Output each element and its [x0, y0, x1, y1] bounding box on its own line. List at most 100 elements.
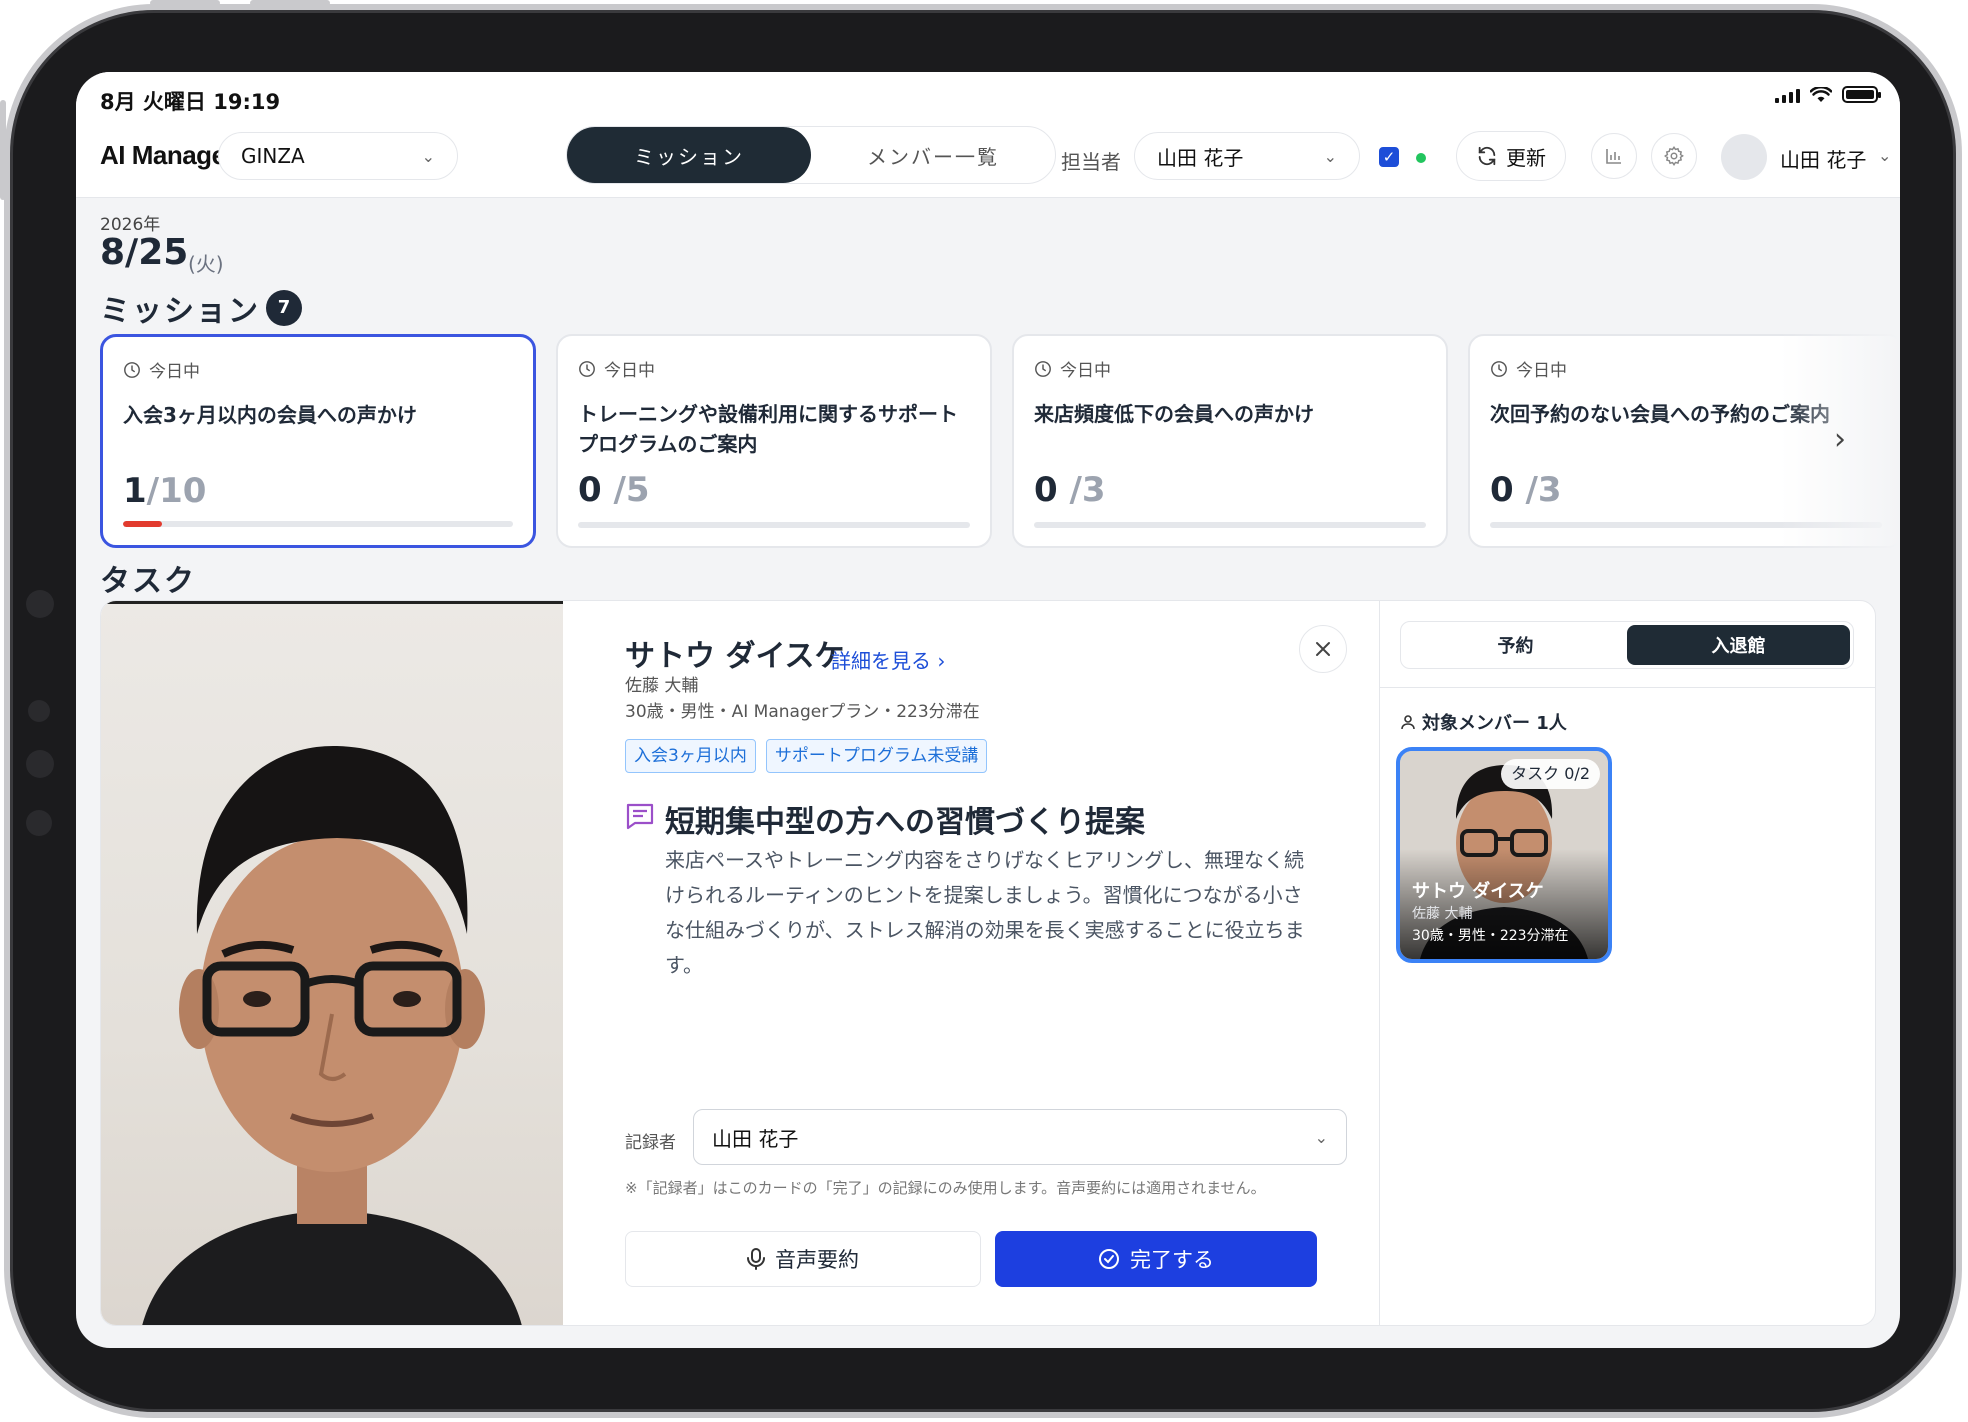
- check-circle-icon: [1099, 1249, 1119, 1269]
- recorder-select[interactable]: 山田 花子 ⌄: [693, 1109, 1347, 1165]
- card-member-name: サトウ ダイスケ: [1412, 881, 1544, 902]
- battery-icon: [1842, 86, 1881, 103]
- mission-due: 今日中: [123, 357, 513, 382]
- filter-checkbox[interactable]: ✓: [1379, 147, 1399, 167]
- wifi-icon: [1810, 86, 1832, 102]
- app-header: AI Manager GINZA ⌄ ミッション メンバー一覧 担当者 山田 花…: [76, 116, 1900, 198]
- task-panel: サトウ ダイスケ 詳細を見る › 佐藤 大輔 30歳・男性・AI Manager…: [100, 600, 1876, 1326]
- complete-button[interactable]: 完了する: [995, 1231, 1317, 1287]
- recorder-label: 記録者: [625, 1133, 676, 1153]
- mission-progress-bar: [1034, 522, 1426, 528]
- view-details-label: 詳細を見る: [831, 649, 931, 673]
- member-tag: 入会3ヶ月以内: [625, 739, 756, 773]
- target-members-label: 対象メンバー 1人: [1400, 709, 1567, 735]
- side-panel: 予約 入退館 対象メンバー 1人 タスク 0/2 サトウ ダイスケ 佐藤 大輔 …: [1379, 601, 1875, 1325]
- assignee-select[interactable]: 山田 花子 ⌄: [1134, 132, 1360, 180]
- missions-count-badge: 7: [266, 290, 302, 326]
- user-avatar[interactable]: [1721, 134, 1767, 180]
- member-meta: 30歳・男性・AI Managerプラン・223分滞在: [625, 702, 980, 722]
- tab-reservations[interactable]: 予約: [1404, 625, 1627, 665]
- hardware-side-button: [0, 100, 6, 200]
- clock-icon: [1491, 360, 1507, 377]
- tab-missions[interactable]: ミッション: [567, 127, 811, 183]
- task-detail: サトウ ダイスケ 詳細を見る › 佐藤 大輔 30歳・男性・AI Manager…: [563, 601, 1379, 1325]
- voice-summary-button[interactable]: 音声要約: [625, 1231, 981, 1287]
- mission-done-count: 0: [578, 470, 602, 510]
- mission-due-label: 今日中: [604, 361, 655, 381]
- mission-title: 来店頻度低下の会員への声かけ: [1034, 402, 1314, 426]
- mission-card[interactable]: 今日中 トレーニングや設備利用に関するサポートプログラムのご案内 0 /5: [556, 334, 992, 548]
- cellular-signal-icon: [1775, 87, 1800, 103]
- mission-title: トレーニングや設備利用に関するサポートプログラムのご案内: [578, 402, 958, 456]
- online-status-dot: [1416, 153, 1426, 163]
- chevron-right-icon: ›: [937, 649, 946, 673]
- task-count-badge: タスク 0/2: [1501, 759, 1600, 789]
- user-name[interactable]: 山田 花子: [1780, 144, 1866, 173]
- refresh-icon: [1478, 146, 1496, 166]
- mission-progress: 1/10: [123, 471, 206, 511]
- mission-done-count: 0: [1034, 470, 1058, 510]
- mission-total-count: /3: [1525, 470, 1562, 510]
- card-member-kana: 佐藤 大輔: [1412, 906, 1473, 922]
- mission-done-count: 1: [123, 471, 147, 511]
- mission-progress-bar: [123, 521, 513, 527]
- chevron-right-icon[interactable]: ›: [1834, 422, 1846, 457]
- member-tag: サポートプログラム未受講: [765, 739, 988, 773]
- tab-check-in[interactable]: 入退館: [1627, 625, 1850, 665]
- clock-icon: [579, 360, 595, 377]
- hardware-top-button: [250, 0, 330, 6]
- member-tags: 入会3ヶ月以内 サポートプログラム未受講: [625, 739, 988, 773]
- settings-button[interactable]: [1651, 133, 1697, 179]
- complete-label: 完了する: [1130, 1248, 1214, 1272]
- close-button[interactable]: [1299, 625, 1347, 673]
- status-time: 8月 火曜日 19:19: [100, 90, 281, 114]
- mission-due: 今日中: [1034, 356, 1426, 381]
- view-details-link[interactable]: 詳細を見る ›: [831, 645, 945, 674]
- mission-due: 今日中: [578, 356, 970, 381]
- date-day: 8/25: [100, 232, 189, 273]
- mission-total-count: /10: [146, 471, 207, 511]
- mission-due-label: 今日中: [1060, 361, 1111, 381]
- microphone-icon: [747, 1248, 765, 1270]
- suggestion-body: 来店ペースやトレーニング内容をさりげなくヒアリングし、無理なく続けられるルーティ…: [665, 848, 1305, 977]
- status-bar: 8月 火曜日 19:19: [76, 72, 1900, 116]
- store-select[interactable]: GINZA ⌄: [218, 132, 458, 180]
- member-card[interactable]: タスク 0/2 サトウ ダイスケ 佐藤 大輔 30歳・男性・223分滞在: [1396, 747, 1612, 963]
- date-weekday: (火): [188, 252, 224, 276]
- clock-icon: [1035, 360, 1051, 377]
- mission-total-count: /5: [613, 470, 650, 510]
- mission-card[interactable]: 今日中 来店頻度低下の会員への声かけ 0 /3: [1012, 334, 1448, 548]
- gear-icon: [1664, 146, 1684, 167]
- chevron-down-icon[interactable]: ⌄: [1878, 146, 1891, 165]
- member-photo: [101, 601, 563, 1325]
- mission-progress: 0 /5: [578, 470, 650, 510]
- mission-due-label: 今日中: [1516, 361, 1567, 381]
- assignee-label: 担当者: [1061, 150, 1121, 174]
- tab-member-list[interactable]: メンバー一覧: [811, 127, 1055, 183]
- side-sensor-dot: [26, 810, 52, 836]
- refresh-button[interactable]: 更新: [1456, 131, 1566, 181]
- member-name: サトウ ダイスケ: [625, 639, 845, 674]
- app-logo: AI Manager: [100, 140, 236, 170]
- status-icons: [1775, 86, 1881, 103]
- suggestion-title: 短期集中型の方への習慣づくり提案: [665, 805, 1145, 840]
- chevron-down-icon: ⌄: [1323, 146, 1337, 166]
- mission-progress: 0 /3: [1490, 470, 1562, 510]
- mission-total-count: /3: [1069, 470, 1106, 510]
- mission-card[interactable]: 今日中 入会3ヶ月以内の会員への声かけ 1/10: [100, 334, 536, 548]
- close-icon: [1316, 642, 1330, 656]
- refresh-label: 更新: [1506, 145, 1546, 170]
- mission-progress-bar: [578, 522, 970, 528]
- mission-progress-fill: [123, 521, 162, 527]
- mission-progress: 0 /3: [1034, 470, 1106, 510]
- recorder-select-value: 山田 花子: [712, 1126, 799, 1151]
- tasks-title: タスク: [100, 564, 196, 599]
- analytics-button[interactable]: [1591, 133, 1637, 179]
- side-sensor-dot: [26, 590, 54, 618]
- bar-chart-icon: [1606, 149, 1621, 164]
- person-icon: [1401, 715, 1415, 730]
- missions-title: ミッション: [100, 294, 260, 329]
- app-screen: 8月 火曜日 19:19 AI Manager GINZA ⌄ ミッション メン…: [76, 72, 1900, 1348]
- chevron-down-icon: ⌄: [421, 146, 435, 166]
- assignee-select-value: 山田 花子: [1157, 145, 1244, 170]
